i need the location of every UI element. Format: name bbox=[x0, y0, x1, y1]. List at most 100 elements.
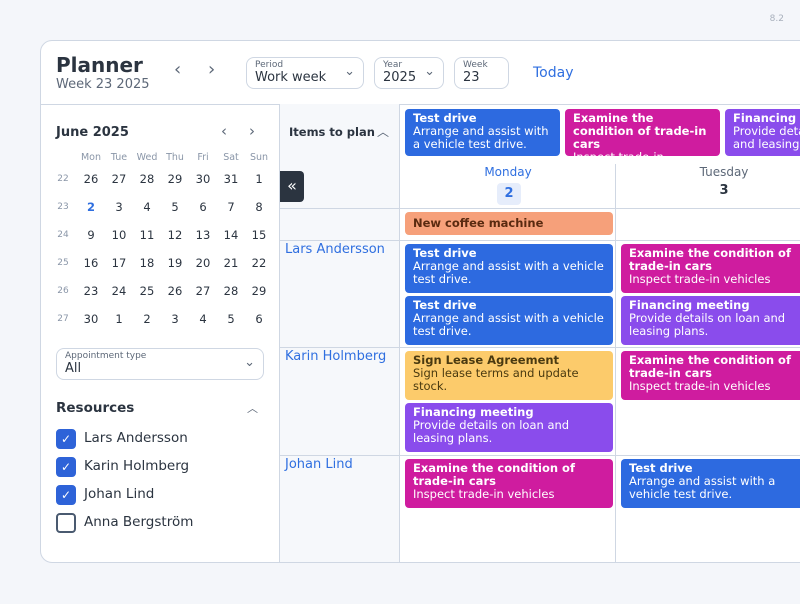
week-number: 23 bbox=[57, 202, 69, 212]
year-select[interactable]: Year 2025 ⌄ bbox=[374, 57, 444, 89]
event-title: Examine the condition of trade-in cars bbox=[629, 353, 791, 380]
calendar-day[interactable]: 5 bbox=[217, 312, 245, 326]
event-card[interactable]: Sign Lease Agreement Sign lease terms and… bbox=[405, 351, 613, 400]
calendar-day[interactable]: 30 bbox=[189, 172, 217, 186]
calendar-day[interactable]: 30 bbox=[77, 312, 105, 326]
calendar-day[interactable]: 1 bbox=[105, 312, 133, 326]
prev-week-button[interactable]: ‹ bbox=[174, 59, 181, 80]
calendar-week-row: 26 23 24 25 26 27 28 29 bbox=[49, 277, 273, 305]
resource-name[interactable]: Johan Lind bbox=[285, 457, 353, 472]
event-description: Sign lease terms and update stock. bbox=[413, 366, 579, 393]
day-name: Tuesday bbox=[699, 165, 749, 179]
collapse-sidebar-button[interactable]: « bbox=[280, 171, 304, 202]
divider bbox=[41, 104, 800, 105]
event-description: Arrange and assist with a vehicle test d… bbox=[413, 259, 604, 286]
resource-checkbox[interactable]: ✓ bbox=[56, 457, 76, 477]
calendar-day[interactable]: 25 bbox=[133, 284, 161, 298]
period-select[interactable]: Period Work week ⌄ bbox=[246, 57, 364, 89]
version-label: 8.2 bbox=[769, 14, 784, 24]
resource-checkbox[interactable] bbox=[56, 513, 76, 533]
calendar-day[interactable]: 4 bbox=[189, 312, 217, 326]
event-card[interactable]: Financing meetingProvide details on loan… bbox=[621, 296, 800, 345]
calendar-day[interactable]: 14 bbox=[217, 228, 245, 242]
resource-label: Karin Holmberg bbox=[84, 458, 190, 474]
calendar-day[interactable]: 1 bbox=[245, 172, 273, 186]
calendar-day[interactable]: 18 bbox=[133, 256, 161, 270]
calendar-day[interactable]: 15 bbox=[245, 228, 273, 242]
calendar-day[interactable]: 7 bbox=[217, 200, 245, 214]
next-week-button[interactable]: › bbox=[208, 59, 215, 80]
calendar-day[interactable]: 26 bbox=[161, 284, 189, 298]
calendar-day[interactable]: 3 bbox=[161, 312, 189, 326]
event-title: Examine the condition of trade-in cars bbox=[413, 461, 575, 488]
resource-label: Johan Lind bbox=[84, 486, 155, 502]
calendar-day[interactable]: 28 bbox=[133, 172, 161, 186]
calendar-day[interactable]: 4 bbox=[133, 200, 161, 214]
resource-label: Anna Bergström bbox=[84, 514, 194, 530]
calendar-week-row: 24 9 10 11 12 13 14 15 bbox=[49, 221, 273, 249]
calendar-day[interactable]: 2 bbox=[77, 200, 105, 214]
week-input[interactable]: Week 23 bbox=[454, 57, 509, 89]
divider bbox=[280, 455, 800, 456]
calendar-day[interactable]: 16 bbox=[77, 256, 105, 270]
calendar-day[interactable]: 8 bbox=[245, 200, 273, 214]
event-card[interactable]: Examine the condition of trade-in carsIn… bbox=[565, 109, 720, 156]
event-card[interactable]: Examine the condition of trade-in carsIn… bbox=[621, 351, 800, 400]
event-card[interactable]: Examine the condition of trade-in carsIn… bbox=[621, 244, 800, 293]
resource-checkbox[interactable]: ✓ bbox=[56, 485, 76, 505]
calendar-day[interactable]: 27 bbox=[105, 172, 133, 186]
calendar-day[interactable]: 5 bbox=[161, 200, 189, 214]
resource-checkbox[interactable]: ✓ bbox=[56, 429, 76, 449]
event-description: Provide details on loan and leasing plan… bbox=[629, 311, 786, 338]
event-card[interactable]: Test drive Arrange and assist with a vehi… bbox=[405, 244, 613, 293]
calendar-day[interactable]: 27 bbox=[189, 284, 217, 298]
calendar-day[interactable]: 21 bbox=[217, 256, 245, 270]
calendar-day[interactable]: 9 bbox=[77, 228, 105, 242]
calendar-day[interactable]: 6 bbox=[189, 200, 217, 214]
week-number: 24 bbox=[57, 230, 69, 240]
day-number[interactable]: 2 bbox=[497, 183, 521, 205]
calendar-day[interactable]: 28 bbox=[217, 284, 245, 298]
calendar-day[interactable]: 19 bbox=[161, 256, 189, 270]
event-card[interactable]: Test drive Arrange and assist with a vehi… bbox=[405, 296, 613, 345]
calendar-next-button[interactable]: › bbox=[249, 122, 255, 140]
items-to-plan-label: Items to plan bbox=[289, 125, 375, 139]
event-card[interactable]: Financing meetingProvide details on loan… bbox=[405, 403, 613, 452]
calendar-day[interactable]: 31 bbox=[217, 172, 245, 186]
weekday-label: Tue bbox=[110, 151, 128, 163]
allday-event[interactable]: New coffee machine installation bbox=[405, 212, 613, 235]
day-number[interactable]: 3 bbox=[616, 183, 800, 198]
calendar-day[interactable]: 26 bbox=[77, 172, 105, 186]
appointment-type-select[interactable]: Appointment type All ⌄ bbox=[56, 348, 264, 380]
event-card[interactable]: Test drive Arrange and assist with a vehi… bbox=[405, 109, 560, 156]
resource-name[interactable]: Karin Holmberg bbox=[285, 349, 386, 364]
calendar-day[interactable]: 29 bbox=[161, 172, 189, 186]
calendar-day[interactable]: 6 bbox=[245, 312, 273, 326]
calendar-week-row: 27 30 1 2 3 4 5 6 bbox=[49, 305, 273, 333]
today-button[interactable]: Today bbox=[533, 65, 574, 81]
calendar-day[interactable]: 22 bbox=[245, 256, 273, 270]
calendar-day[interactable]: 3 bbox=[105, 200, 133, 214]
event-card[interactable]: Financing meetingProvide details on loan… bbox=[725, 109, 800, 156]
calendar-day[interactable]: 10 bbox=[105, 228, 133, 242]
calendar-day[interactable]: 12 bbox=[161, 228, 189, 242]
resource-name[interactable]: Lars Andersson bbox=[285, 242, 385, 257]
calendar-day[interactable]: 20 bbox=[189, 256, 217, 270]
calendar-day[interactable]: 23 bbox=[77, 284, 105, 298]
calendar-day[interactable]: 2 bbox=[133, 312, 161, 326]
event-card[interactable]: Examine the condition of trade-in carsIn… bbox=[405, 459, 613, 508]
chevron-up-icon[interactable]: ︿ bbox=[377, 123, 389, 140]
divider bbox=[280, 208, 800, 209]
calendar-day[interactable]: 11 bbox=[133, 228, 161, 242]
event-card[interactable]: Test drive Arrange and assist with a vehi… bbox=[621, 459, 800, 508]
calendar-prev-button[interactable]: ‹ bbox=[221, 122, 227, 140]
weekday-label: Mon bbox=[80, 151, 102, 163]
event-description: Inspect trade-in vehicles bbox=[413, 487, 555, 501]
calendar-day[interactable]: 24 bbox=[105, 284, 133, 298]
calendar-day[interactable]: 13 bbox=[189, 228, 217, 242]
divider bbox=[615, 164, 616, 562]
calendar-day[interactable]: 29 bbox=[245, 284, 273, 298]
calendar-day[interactable]: 17 bbox=[105, 256, 133, 270]
weekday-label: Sat bbox=[223, 151, 239, 163]
collapse-resources-icon[interactable]: ︿ bbox=[247, 400, 258, 416]
